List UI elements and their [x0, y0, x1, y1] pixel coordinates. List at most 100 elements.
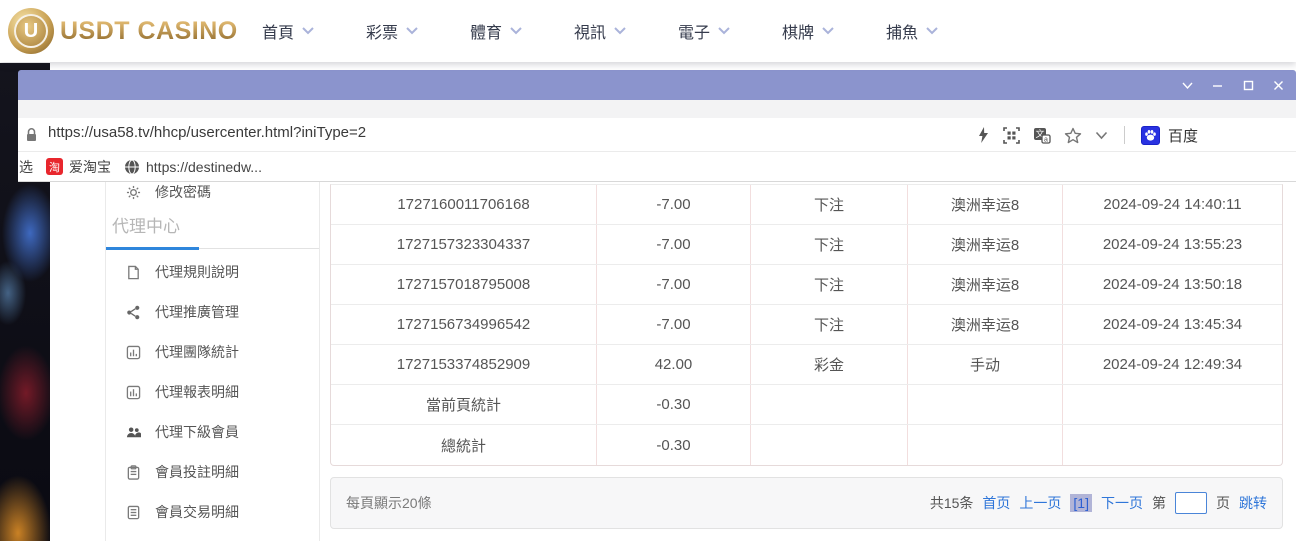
cell-label: 總統計	[331, 425, 597, 465]
translate-icon[interactable]: 文 a	[1033, 127, 1051, 144]
nav-label: 首頁	[262, 19, 294, 43]
clipboard-icon	[126, 465, 141, 480]
nav-label: 視訊	[574, 19, 606, 43]
nav-item-lottery[interactable]: 彩票	[366, 19, 470, 43]
cell-game: 澳洲幸运8	[908, 185, 1063, 224]
chevron-down-icon	[614, 27, 626, 35]
cell-type: 彩金	[751, 345, 908, 384]
minimize-icon[interactable]	[1207, 74, 1229, 96]
cell-time: 2024-09-24 13:55:23	[1063, 225, 1282, 264]
maximize-icon[interactable]	[1237, 74, 1259, 96]
first-page-link[interactable]: 首页	[982, 493, 1010, 513]
sidebar-item-change-password[interactable]: 修改密碼	[126, 182, 211, 202]
sidebar-section-title: 代理中心	[112, 212, 180, 237]
jump-button[interactable]: 跳转	[1239, 493, 1267, 513]
sidebar-item-agent-rules[interactable]: 代理規則說明	[126, 262, 239, 282]
page-number-input[interactable]	[1175, 492, 1207, 514]
jump-suffix-label: 页	[1216, 493, 1230, 513]
bookmark-item-xuan[interactable]: 选	[19, 157, 33, 177]
bookmark-label: 选	[19, 157, 33, 177]
cell-empty	[751, 425, 908, 465]
table-footer: 每頁顯示20條 共15条 首页 上一页 [1] 下一页 第 页 跳转	[330, 477, 1283, 529]
sidebar-item-member-bet-detail[interactable]: 會員投註明細	[126, 462, 239, 482]
document-lines-icon	[126, 505, 141, 520]
search-engine-label: 百度	[1168, 125, 1198, 146]
sidebar-item-agent-report-detail[interactable]: 代理報表明細	[126, 382, 239, 402]
cell-amount: -7.00	[597, 225, 751, 264]
nav-item-electronic[interactable]: 電子	[678, 19, 782, 43]
cell-time: 2024-09-24 13:45:34	[1063, 305, 1282, 344]
lightning-icon[interactable]	[977, 127, 990, 143]
nav-label: 棋牌	[782, 19, 814, 43]
cell-game: 澳洲幸运8	[908, 305, 1063, 344]
bookmark-label: https://destinedw...	[146, 159, 262, 175]
baidu-paw-icon	[1141, 126, 1160, 145]
cell-type: 下注	[751, 225, 908, 264]
window-menu-chevron-icon[interactable]	[1176, 74, 1198, 96]
cell-time: 2024-09-24 14:40:11	[1063, 185, 1282, 224]
nav-label: 捕魚	[886, 19, 918, 43]
cell-order-id: 1727157018795008	[331, 265, 597, 304]
bookmark-item-taobao[interactable]: 淘 爱淘宝	[46, 157, 111, 177]
cell-time: 2024-09-24 12:49:34	[1063, 345, 1282, 384]
screen: U USDT CASINO 首頁 彩票 體育 視訊 電子	[0, 0, 1296, 541]
next-page-link[interactable]: 下一页	[1101, 493, 1143, 513]
total-count-label: 共15条	[930, 493, 974, 513]
sidebar-item-label: 代理報表明細	[155, 382, 239, 402]
address-bar[interactable]: https://usa58.tv/hhcp/usercenter.html?in…	[18, 118, 1296, 152]
gear-icon	[126, 185, 141, 200]
casino-logo[interactable]: U USDT CASINO	[8, 8, 238, 54]
chevron-down-icon[interactable]	[1095, 131, 1108, 140]
bookmark-item-destinedw[interactable]: https://destinedw...	[124, 159, 262, 175]
cell-empty	[1063, 425, 1282, 465]
chevron-down-icon	[926, 27, 938, 35]
nav-label: 彩票	[366, 19, 398, 43]
cell-amount: -7.00	[597, 305, 751, 344]
nav-label: 體育	[470, 19, 502, 43]
bar-chart-icon	[126, 345, 141, 360]
close-icon[interactable]	[1268, 74, 1290, 96]
bookmark-label: 爱淘宝	[69, 157, 111, 177]
current-page-indicator: [1]	[1070, 494, 1092, 512]
search-engine-button[interactable]: 百度	[1141, 125, 1198, 146]
cell-order-id: 1727157323304337	[331, 225, 597, 264]
sidebar-item-label: 代理推廣管理	[155, 302, 239, 322]
svg-text:a: a	[1044, 136, 1048, 143]
casino-header: U USDT CASINO 首頁 彩票 體育 視訊 電子	[0, 0, 1296, 62]
nav-item-video[interactable]: 視訊	[574, 19, 678, 43]
sidebar-item-label: 會員交易明細	[155, 502, 239, 522]
bookmarks-bar: 选 淘 爱淘宝 https://destinedw...	[18, 152, 1296, 182]
nav-label: 電子	[678, 19, 710, 43]
share-icon	[126, 305, 141, 320]
chevron-down-icon	[510, 27, 522, 35]
address-bar-actions: 文 a	[977, 118, 1198, 152]
cell-label: 當前頁統計	[331, 385, 597, 424]
https-lock-icon	[24, 127, 39, 143]
sidebar-item-agent-promotion[interactable]: 代理推廣管理	[126, 302, 239, 322]
qr-login-icon[interactable]	[1003, 127, 1020, 144]
cell-empty	[751, 385, 908, 424]
nav-item-home[interactable]: 首頁	[262, 19, 366, 43]
url-text[interactable]: https://usa58.tv/hhcp/usercenter.html?in…	[48, 124, 366, 141]
coin-logo-icon: U	[8, 8, 54, 54]
sidebar-item-member-transaction-detail[interactable]: 會員交易明細	[126, 502, 239, 522]
window-controls	[1166, 70, 1296, 100]
cell-empty	[908, 385, 1063, 424]
table-row: 1727156734996542 -7.00 下注 澳洲幸运8 2024-09-…	[331, 305, 1282, 345]
chevron-down-icon	[718, 27, 730, 35]
browser-toolbar-gap	[18, 100, 1296, 118]
sidebar-item-label: 代理規則說明	[155, 262, 239, 282]
bookmark-star-icon[interactable]	[1064, 127, 1082, 144]
cell-order-id: 1727156734996542	[331, 305, 597, 344]
window-titlebar[interactable]	[18, 70, 1296, 100]
chevron-down-icon	[302, 27, 314, 35]
nav-item-fishing[interactable]: 捕魚	[886, 19, 990, 43]
nav-item-sports[interactable]: 體育	[470, 19, 574, 43]
cell-empty	[1063, 385, 1282, 424]
sidebar: 修改密碼 代理中心 代理規則說明 代理推廣管理 代理團隊統計	[105, 182, 320, 541]
nav-item-boardgames[interactable]: 棋牌	[782, 19, 886, 43]
sidebar-item-agent-sub-members[interactable]: 代理下級會員	[126, 422, 239, 442]
sidebar-item-agent-team-stats[interactable]: 代理團隊統計	[126, 342, 239, 362]
prev-page-link[interactable]: 上一页	[1019, 493, 1061, 513]
cell-time: 2024-09-24 13:50:18	[1063, 265, 1282, 304]
